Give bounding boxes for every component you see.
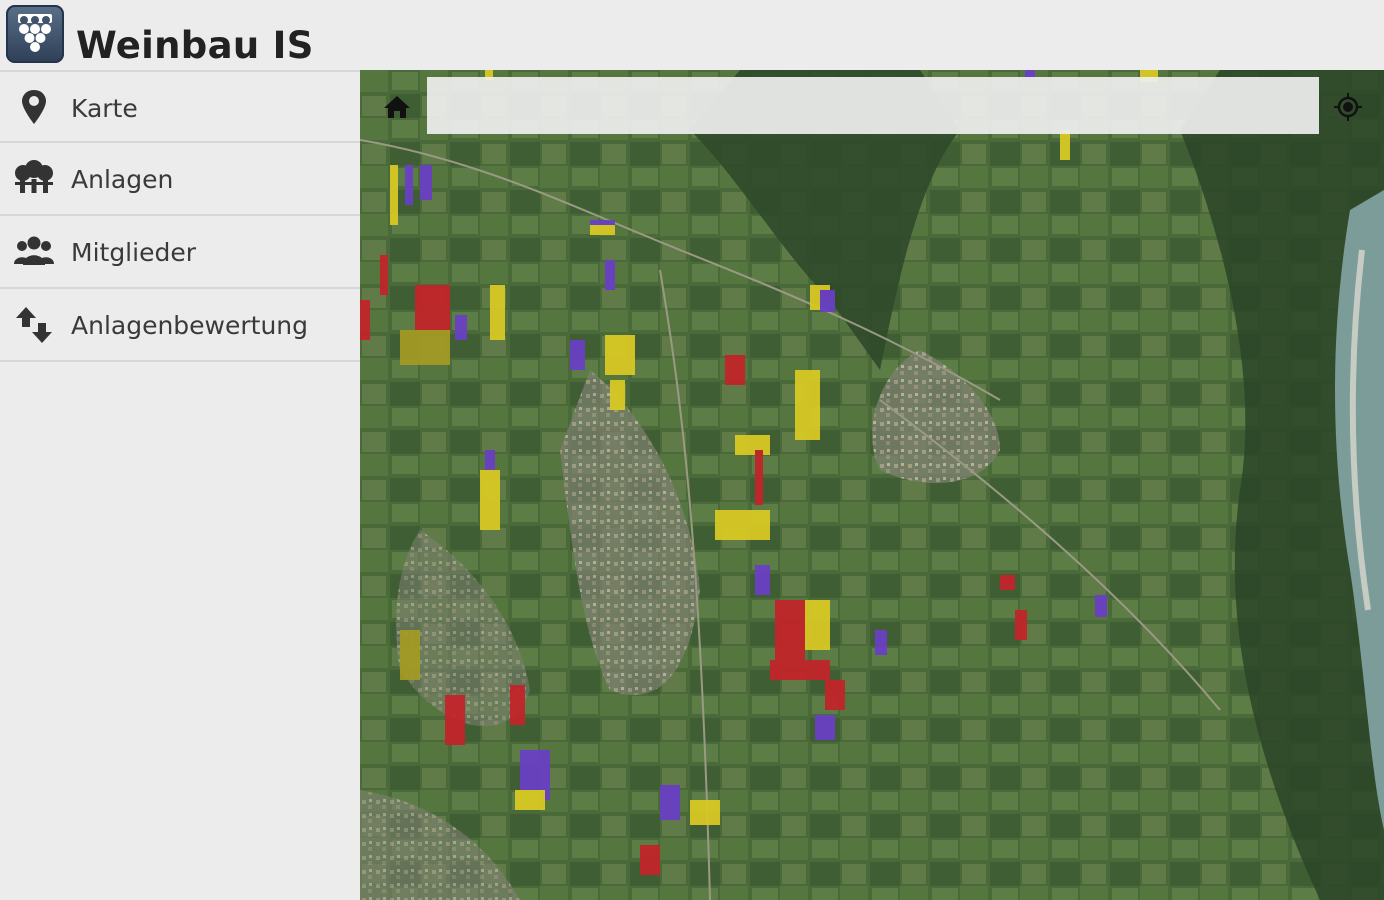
app-title: Weinbau IS — [76, 24, 314, 67]
sidebar-item-anlagen[interactable]: Anlagen — [0, 143, 360, 216]
map-search-input[interactable] — [427, 77, 1319, 134]
sidebar-item-karte[interactable]: Karte — [0, 70, 360, 143]
home-icon[interactable] — [380, 90, 414, 124]
sidebar-item-label: Mitglieder — [71, 238, 196, 267]
sidebar: Karte Anlagen Mitglieder Anlagenbewertun… — [0, 70, 360, 900]
grapes-logo-icon — [6, 5, 64, 63]
map-view[interactable] — [360, 70, 1384, 900]
sidebar-item-label: Anlagenbewertung — [71, 311, 309, 340]
aerial-map-image — [360, 70, 1384, 900]
sidebar-item-label: Karte — [71, 94, 138, 123]
sidebar-item-mitglieder[interactable]: Mitglieder — [0, 216, 360, 289]
app-header: Weinbau IS — [0, 0, 1384, 70]
locate-icon[interactable] — [1331, 90, 1365, 124]
members-icon — [12, 232, 56, 272]
grape-vines-icon — [12, 159, 56, 199]
sidebar-item-label: Anlagen — [71, 165, 174, 194]
sidebar-item-anlagenbewertung[interactable]: Anlagenbewertung — [0, 289, 360, 362]
map-pin-icon — [12, 88, 56, 128]
rating-arrows-icon — [12, 305, 56, 345]
